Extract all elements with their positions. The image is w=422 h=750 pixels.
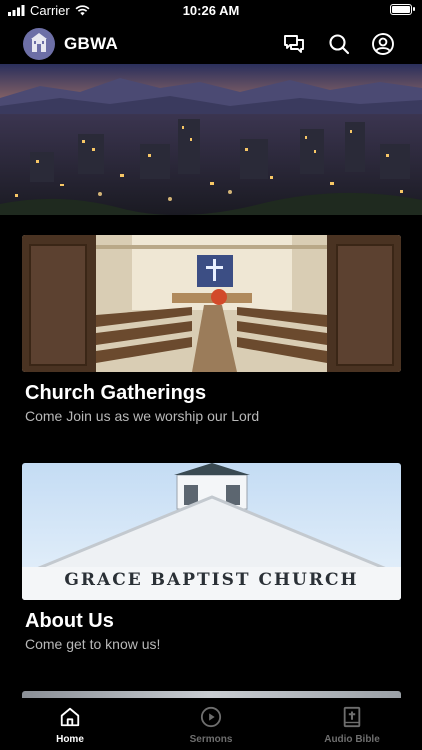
- card-subtitle: Come Join us as we worship our Lord: [25, 408, 260, 424]
- battery-icon: [390, 4, 415, 15]
- tab-bar: Home Sermons Audio Bible: [0, 698, 422, 750]
- home-icon: [60, 707, 80, 727]
- tab-sermons[interactable]: Sermons: [141, 698, 281, 750]
- about-us-card[interactable]: GRACE BAPTIST CHURCH About Us Come get t…: [22, 463, 401, 652]
- app-logo[interactable]: [23, 28, 55, 60]
- church-sign-image: GRACE BAPTIST CHURCH: [22, 463, 401, 600]
- status-time: 10:26 AM: [182, 3, 240, 18]
- search-icon[interactable]: [327, 32, 351, 56]
- card-title: Church Gatherings: [25, 382, 207, 404]
- church-sign-text: GRACE BAPTIST CHURCH: [64, 570, 359, 590]
- hero-cityscape-image: [0, 64, 422, 215]
- chat-icon[interactable]: [282, 32, 306, 56]
- play-circle-icon: [200, 706, 222, 728]
- tab-label-home: Home: [56, 734, 84, 745]
- bible-icon: [343, 706, 361, 728]
- card-title: About Us: [25, 610, 114, 632]
- tab-label-sermons: Sermons: [189, 734, 233, 745]
- app-title: GBWA: [64, 34, 119, 53]
- tab-home[interactable]: Home: [0, 698, 140, 750]
- app-header: GBWA: [0, 24, 422, 64]
- card-subtitle: Come get to know us!: [25, 636, 161, 652]
- church-gatherings-card[interactable]: Church Gatherings Come Join us as we wor…: [22, 235, 401, 424]
- account-icon[interactable]: [371, 32, 395, 56]
- sanctuary-image: [22, 235, 401, 372]
- status-bar: Carrier 10:26 AM: [0, 0, 422, 22]
- tab-label-audio-bible: Audio Bible: [324, 734, 380, 745]
- tab-audio-bible[interactable]: Audio Bible: [282, 698, 422, 750]
